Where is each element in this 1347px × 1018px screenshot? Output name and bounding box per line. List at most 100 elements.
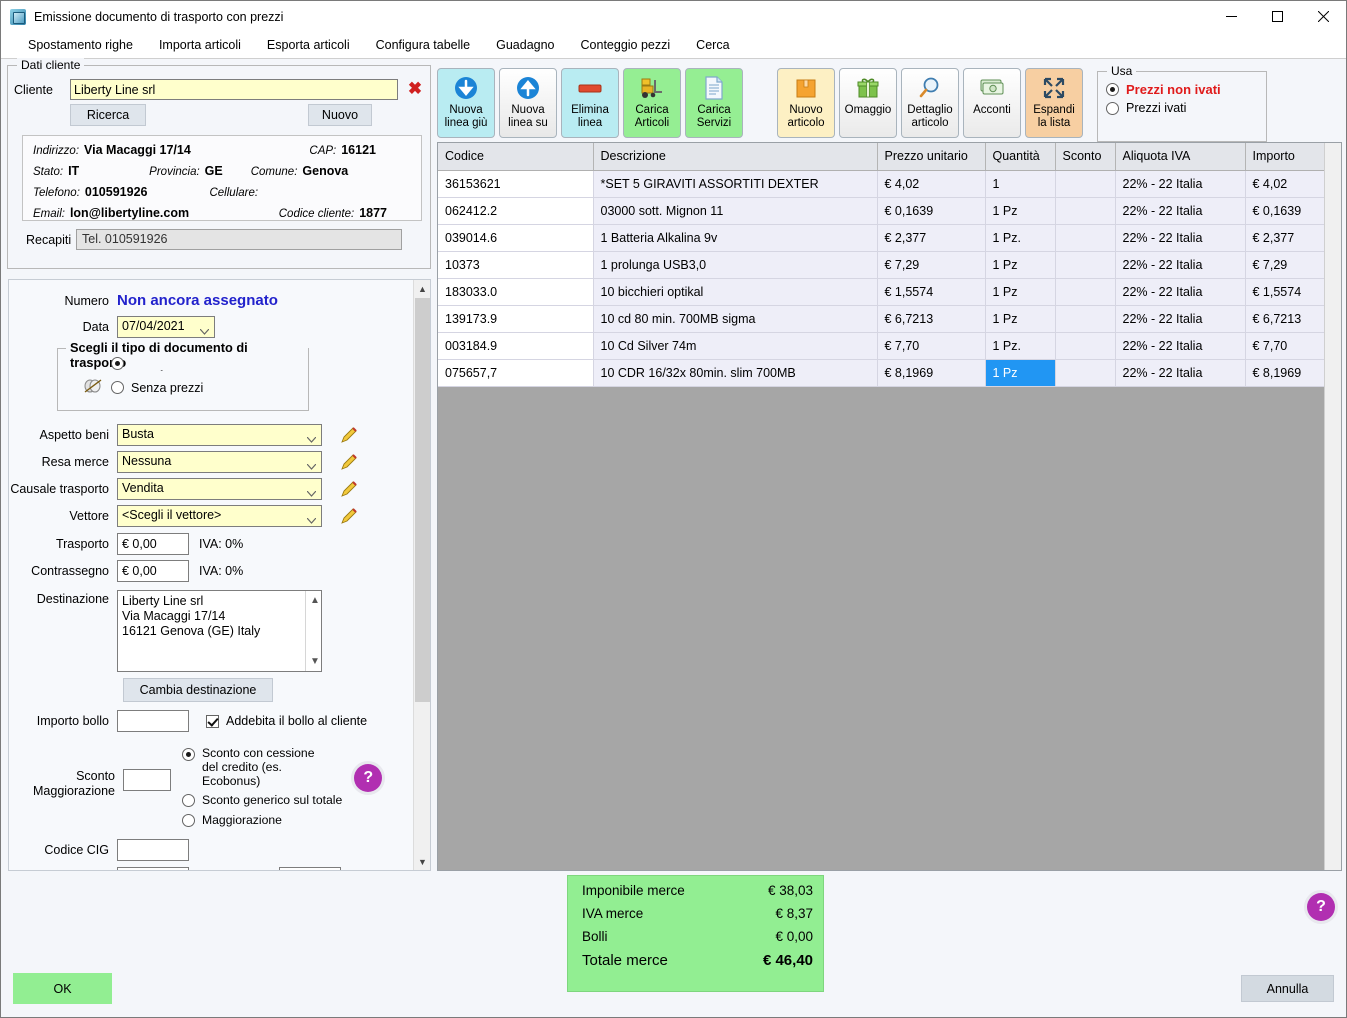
cell-quantita[interactable]: 1 Pz (985, 251, 1055, 278)
menu-item-guadagno[interactable]: Guadagno (483, 35, 567, 55)
col-descrizione[interactable]: Descrizione (593, 143, 877, 170)
radio-prezzi-non-ivati[interactable] (1106, 83, 1119, 96)
cell-codice[interactable]: 039014.6 (438, 224, 593, 251)
close-icon[interactable] (1300, 1, 1346, 32)
importo-bollo-input[interactable] (117, 710, 189, 732)
pencil-edit-icon[interactable] (340, 480, 358, 498)
radio-con-prezzi[interactable] (111, 357, 124, 370)
cell-codice[interactable]: 075657,7 (438, 359, 593, 386)
cell-prezzo[interactable]: € 7,70 (877, 332, 985, 359)
radio-sconto-cessione[interactable] (182, 748, 195, 761)
radio-maggiorazione[interactable] (182, 814, 195, 827)
maggiorazione-option[interactable]: Maggiorazione (182, 813, 342, 827)
col-quantita[interactable]: Quantità (985, 143, 1055, 170)
cell-sconto[interactable] (1055, 170, 1115, 197)
cell-quantita[interactable]: 1 Pz. (985, 332, 1055, 359)
cell-prezzo[interactable]: € 0,1639 (877, 197, 985, 224)
causale-trasporto-select[interactable]: Vendita (117, 478, 322, 500)
cell-iva[interactable]: 22% - 22 Italia (1115, 359, 1245, 386)
cell-codice[interactable]: 36153621 (438, 170, 593, 197)
cell-descrizione[interactable]: 03000 sott. Mignon 11 (593, 197, 877, 224)
radio-prezzi-ivati[interactable] (1106, 102, 1119, 115)
grid-vertical-scrollbar[interactable] (1324, 143, 1341, 870)
articles-grid[interactable]: Codice Descrizione Prezzo unitario Quant… (437, 142, 1342, 871)
cell-descrizione[interactable]: 10 Cd Silver 74m (593, 332, 877, 359)
cell-iva[interactable]: 22% - 22 Italia (1115, 170, 1245, 197)
maximize-icon[interactable] (1254, 1, 1300, 32)
sconto-cessione-option[interactable]: Sconto con cessione del credito (es. Eco… (182, 746, 342, 788)
col-prezzo-unitario[interactable]: Prezzo unitario (877, 143, 985, 170)
cell-sconto[interactable] (1055, 278, 1115, 305)
carica-servizi-button[interactable]: Carica Servizi (685, 68, 743, 138)
espandi-la-lista-button[interactable]: Espandi la lista (1025, 68, 1083, 138)
table-row[interactable]: 039014.61 Batteria Alkalina 9v€ 2,3771 P… (438, 224, 1342, 251)
trasporto-input[interactable]: € 0,00 (117, 533, 189, 555)
vettore-select[interactable]: <Scegli il vettore> (117, 505, 322, 527)
nuovo-articolo-button[interactable]: Nuovo articolo (777, 68, 835, 138)
table-row[interactable]: 183033.010 bicchieri optikal€ 1,55741 Pz… (438, 278, 1342, 305)
scroll-up-icon[interactable]: ▲ (414, 280, 431, 297)
cell-iva[interactable]: 22% - 22 Italia (1115, 251, 1245, 278)
cell-sconto[interactable] (1055, 251, 1115, 278)
sconto-input[interactable] (123, 769, 171, 791)
table-row[interactable]: 139173.910 cd 80 min. 700MB sigma€ 6,721… (438, 305, 1342, 332)
col-codice[interactable]: Codice (438, 143, 593, 170)
aspetto-beni-select[interactable]: Busta (117, 424, 322, 446)
table-row[interactable]: 062412.203000 sott. Mignon 11€ 0,16391 P… (438, 197, 1342, 224)
cell-codice[interactable]: 003184.9 (438, 332, 593, 359)
table-row[interactable]: 075657,710 CDR 16/32x 80min. slim 700MB€… (438, 359, 1342, 386)
cell-iva[interactable]: 22% - 22 Italia (1115, 224, 1245, 251)
col-aliquota-iva[interactable]: Aliquota IVA (1115, 143, 1245, 170)
cell-descrizione[interactable]: 10 CDR 16/32x 80min. slim 700MB (593, 359, 877, 386)
scroll-down-icon[interactable]: ▼ (414, 853, 431, 870)
cell-prezzo[interactable]: € 1,5574 (877, 278, 985, 305)
contrassegno-input[interactable]: € 0,00 (117, 560, 189, 582)
menu-item-esporta-articoli[interactable]: Esporta articoli (254, 35, 363, 55)
cell-prezzo[interactable]: € 7,29 (877, 251, 985, 278)
cell-quantita[interactable]: 1 Pz. (985, 224, 1055, 251)
cell-prezzo[interactable]: € 8,1969 (877, 359, 985, 386)
cell-codice[interactable]: 183033.0 (438, 278, 593, 305)
cell-sconto[interactable] (1055, 359, 1115, 386)
recapiti-field[interactable]: Tel. 010591926 (76, 229, 402, 250)
omaggio-button[interactable]: Omaggio (839, 68, 897, 138)
minimize-icon[interactable] (1208, 1, 1254, 32)
dettaglio-articolo-button[interactable]: Dettaglio articolo (901, 68, 959, 138)
elimina-linea-button[interactable]: Elimina linea (561, 68, 619, 138)
cell-descrizione[interactable]: 10 cd 80 min. 700MB sigma (593, 305, 877, 332)
nuova-linea-su-button[interactable]: Nuova linea su (499, 68, 557, 138)
acconti-button[interactable]: Acconti (963, 68, 1021, 138)
menu-item-configura-tabelle[interactable]: Configura tabelle (363, 35, 484, 55)
peso-input[interactable]: 0,5 (279, 867, 341, 871)
codice-cig-input[interactable] (117, 839, 189, 861)
cell-descrizione[interactable]: *SET 5 GIRAVITI ASSORTITI DEXTER (593, 170, 877, 197)
menu-item-importa-articoli[interactable]: Importa articoli (146, 35, 254, 55)
cell-quantita[interactable]: 1 (985, 170, 1055, 197)
menu-item-conteggio-pezzi[interactable]: Conteggio pezzi (568, 35, 684, 55)
numero-colli-input[interactable]: 1 (117, 867, 189, 871)
senza-prezzi-option[interactable]: Senza prezzi (58, 378, 308, 397)
form-vertical-scrollbar[interactable]: ▲ ▼ (413, 280, 430, 870)
cell-codice[interactable]: 139173.9 (438, 305, 593, 332)
help-question-icon[interactable]: ? (1307, 893, 1335, 921)
cell-sconto[interactable] (1055, 224, 1115, 251)
resa-merce-select[interactable]: Nessuna (117, 451, 322, 473)
cell-iva[interactable]: 22% - 22 Italia (1115, 332, 1245, 359)
cell-descrizione[interactable]: 1 Batteria Alkalina 9v (593, 224, 877, 251)
menu-item-spostamento-righe[interactable]: Spostamento righe (15, 35, 146, 55)
addebita-bollo-checkbox[interactable] (206, 715, 219, 728)
data-input[interactable]: 07/04/2021 (117, 316, 215, 338)
cambia-destinazione-button[interactable]: Cambia destinazione (123, 678, 273, 702)
red-x-icon[interactable]: ✖ (407, 82, 423, 98)
cell-descrizione[interactable]: 10 bicchieri optikal (593, 278, 877, 305)
pencil-edit-icon[interactable] (340, 453, 358, 471)
cell-codice[interactable]: 10373 (438, 251, 593, 278)
pencil-edit-icon[interactable] (340, 507, 358, 525)
menu-item-cerca[interactable]: Cerca (683, 35, 742, 55)
carica-articoli-button[interactable]: Carica Articoli (623, 68, 681, 138)
cell-sconto[interactable] (1055, 305, 1115, 332)
cell-prezzo[interactable]: € 4,02 (877, 170, 985, 197)
cell-prezzo[interactable]: € 2,377 (877, 224, 985, 251)
table-row[interactable]: 003184.910 Cd Silver 74m€ 7,701 Pz. 22% -… (438, 332, 1342, 359)
sconto-generico-option[interactable]: Sconto generico sul totale (182, 793, 342, 807)
